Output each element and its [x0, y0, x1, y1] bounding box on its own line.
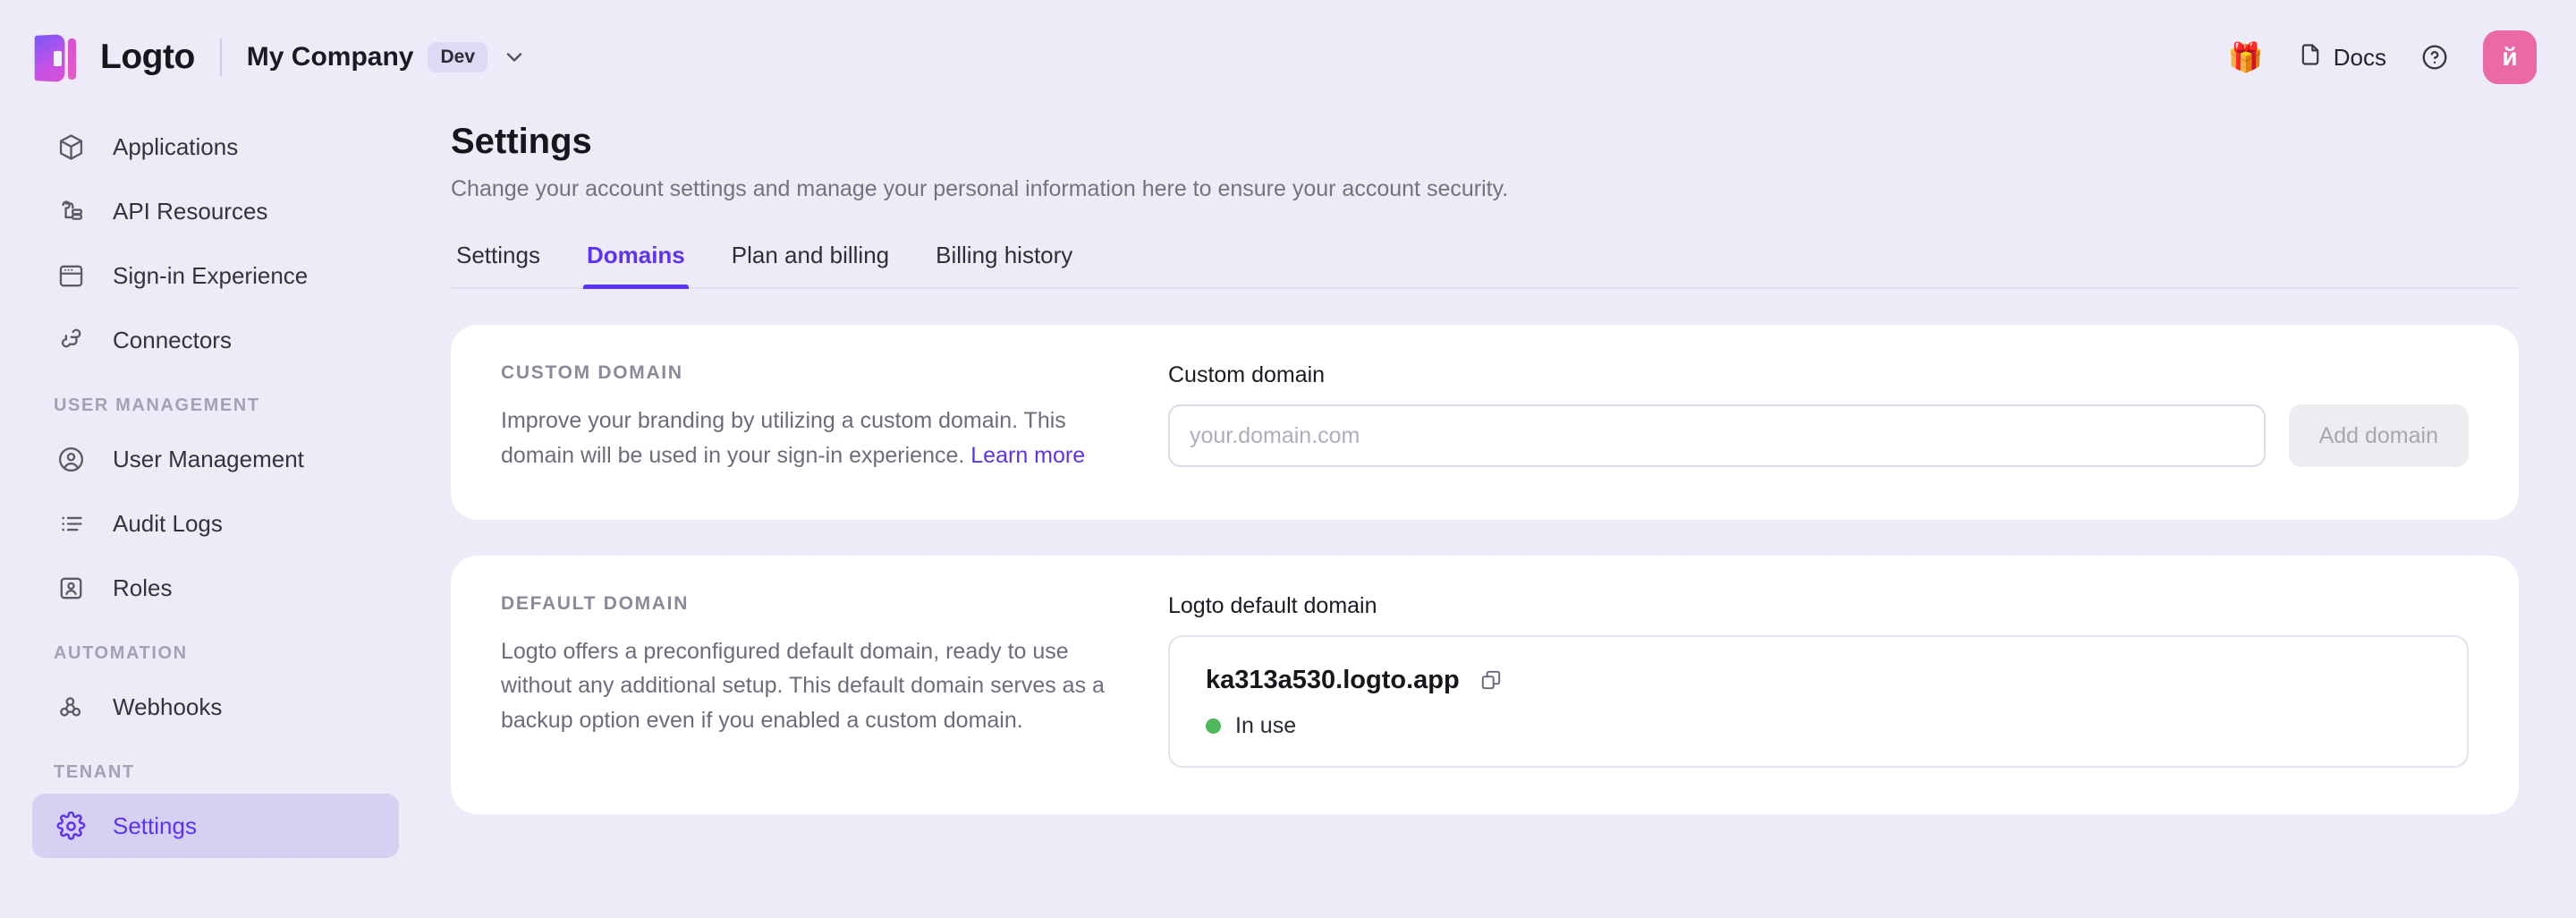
- top-bar: Logto My Company Dev 🎁 Docs й: [0, 0, 2576, 115]
- sidebar-item-audit-logs[interactable]: Audit Logs: [32, 491, 399, 556]
- top-bar-actions: 🎁 Docs й: [2228, 30, 2537, 84]
- default-domain-description: Logto offers a preconfigured default dom…: [501, 634, 1127, 738]
- docs-link[interactable]: Docs: [2298, 42, 2386, 73]
- user-circle-icon: [54, 442, 88, 476]
- main-content: Settings Change your account settings an…: [431, 115, 2576, 918]
- env-badge: Dev: [428, 42, 487, 72]
- custom-domain-field-row: Add domain: [1168, 404, 2469, 467]
- document-icon: [2298, 42, 2323, 73]
- tab-domains[interactable]: Domains: [564, 242, 708, 287]
- tenant-switcher[interactable]: My Company Dev: [247, 42, 527, 72]
- tab-settings[interactable]: Settings: [451, 242, 564, 287]
- sidebar-item-label: Webhooks: [113, 693, 222, 721]
- custom-domain-kicker: CUSTOM DOMAIN: [501, 362, 1127, 384]
- page-subtitle: Change your account settings and manage …: [451, 176, 2519, 202]
- sidebar-item-label: Audit Logs: [113, 510, 223, 538]
- sidebar-item-label: Roles: [113, 574, 172, 602]
- custom-domain-input[interactable]: [1168, 404, 2266, 467]
- sidebar-item-label: API Resources: [113, 198, 267, 225]
- question-circle-icon[interactable]: [2420, 43, 2449, 72]
- sidebar-item-settings[interactable]: Settings: [32, 794, 399, 858]
- sidebar-item-label: User Management: [113, 446, 304, 473]
- sidebar-group-user-management: USER MANAGEMENT: [32, 372, 399, 427]
- custom-domain-description: Improve your branding by utilizing a cus…: [501, 404, 1127, 473]
- default-domain-info: DEFAULT DOMAIN Logto offers a preconfigu…: [501, 593, 1127, 768]
- page-title: Settings: [451, 122, 2519, 162]
- avatar[interactable]: й: [2483, 30, 2537, 84]
- sidebar-item-api-resources[interactable]: API Resources: [32, 179, 399, 243]
- gear-icon: [54, 809, 88, 843]
- sidebar-item-label: Settings: [113, 812, 197, 840]
- connectors-icon: [54, 323, 88, 357]
- learn-more-link[interactable]: Learn more: [970, 443, 1085, 468]
- logto-logo-icon: [34, 33, 79, 81]
- list-icon: [54, 506, 88, 540]
- sidebar-item-sign-in-experience[interactable]: Sign-in Experience: [32, 243, 399, 308]
- sidebar-item-connectors[interactable]: Connectors: [32, 308, 399, 372]
- sidebar-item-user-management[interactable]: User Management: [32, 427, 399, 491]
- custom-domain-info: CUSTOM DOMAIN Improve your branding by u…: [501, 362, 1127, 473]
- sidebar-group-tenant: TENANT: [32, 739, 399, 794]
- brand-block[interactable]: Logto: [34, 33, 195, 81]
- default-domain-kicker: DEFAULT DOMAIN: [501, 593, 1127, 615]
- default-domain-field-label: Logto default domain: [1168, 593, 2469, 619]
- tab-plan-and-billing[interactable]: Plan and billing: [708, 242, 912, 287]
- gift-icon[interactable]: 🎁: [2228, 43, 2264, 72]
- default-domain-card: DEFAULT DOMAIN Logto offers a preconfigu…: [451, 556, 2519, 814]
- webhook-icon: [54, 690, 88, 724]
- tenant-name: My Company: [247, 42, 414, 72]
- sidebar-item-applications[interactable]: Applications: [32, 115, 399, 179]
- default-domain-box: ka313a530.logto.app In use: [1168, 635, 2469, 768]
- default-domain-row: ka313a530.logto.app: [1206, 666, 2431, 695]
- roles-badge-icon: [54, 571, 88, 605]
- custom-domain-card: CUSTOM DOMAIN Improve your branding by u…: [451, 325, 2519, 520]
- status-dot-icon: [1206, 718, 1221, 734]
- browser-window-icon: [54, 259, 88, 293]
- default-domain-value: ka313a530.logto.app: [1206, 666, 1460, 695]
- docs-label: Docs: [2334, 44, 2386, 72]
- default-domain-details: Logto default domain ka313a530.logto.app…: [1168, 593, 2469, 768]
- cube-icon: [54, 130, 88, 164]
- sidebar-group-automation: AUTOMATION: [32, 620, 399, 675]
- header-divider: [220, 38, 222, 76]
- api-stack-icon: [54, 194, 88, 228]
- status-badge: In use: [1206, 713, 2431, 739]
- sidebar: Applications API Resources Sign-in Exper…: [0, 115, 431, 918]
- sidebar-item-label: Applications: [113, 133, 238, 161]
- sidebar-item-label: Sign-in Experience: [113, 262, 308, 290]
- tab-billing-history[interactable]: Billing history: [912, 242, 1096, 287]
- sidebar-item-roles[interactable]: Roles: [32, 556, 399, 620]
- copy-icon[interactable]: [1479, 668, 1503, 692]
- sidebar-item-webhooks[interactable]: Webhooks: [32, 675, 399, 739]
- add-domain-button[interactable]: Add domain: [2289, 404, 2469, 467]
- tab-bar: Settings Domains Plan and billing Billin…: [451, 242, 2519, 289]
- custom-domain-field-label: Custom domain: [1168, 362, 2469, 388]
- brand-name: Logto: [100, 38, 195, 77]
- status-label: In use: [1235, 713, 1296, 739]
- chevron-down-icon[interactable]: [502, 45, 527, 70]
- custom-domain-form: Custom domain Add domain: [1168, 362, 2469, 473]
- sidebar-item-label: Connectors: [113, 327, 232, 354]
